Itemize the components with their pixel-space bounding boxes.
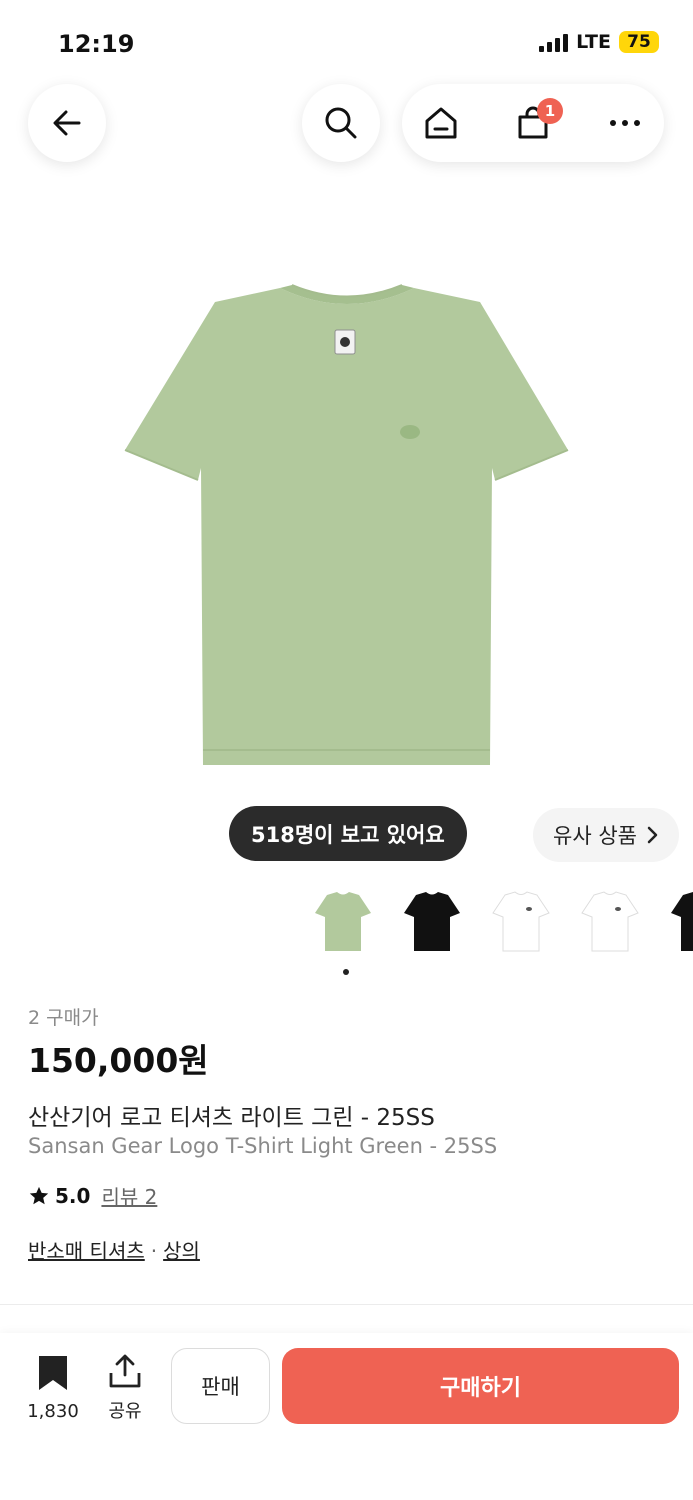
home-icon xyxy=(425,107,457,139)
review-link[interactable]: 리뷰 2 xyxy=(101,1181,157,1210)
cart-button[interactable]: 1 xyxy=(494,84,572,162)
category-link-primary[interactable]: 반소매 티셔츠 xyxy=(28,1239,145,1263)
tshirt-thumbnail xyxy=(492,891,550,952)
category-breadcrumb: 반소매 티셔츠 · 상의 xyxy=(28,1235,200,1264)
share-icon xyxy=(109,1354,141,1388)
buyers-label: 구매가 xyxy=(46,1007,99,1029)
buy-button[interactable]: 구매하기 xyxy=(282,1348,679,1424)
thumbnail-item[interactable] xyxy=(488,886,554,958)
category-separator: · xyxy=(150,1239,158,1263)
share-button[interactable]: 공유 xyxy=(100,1353,150,1423)
chevron-right-icon xyxy=(647,826,658,844)
product-image[interactable] xyxy=(120,280,575,770)
share-label: 공유 xyxy=(108,1401,142,1422)
similar-products-label: 유사 상품 xyxy=(553,824,637,848)
bookmark-count: 1,830 xyxy=(27,1401,79,1422)
similar-products-button[interactable]: 유사 상품 xyxy=(533,808,679,862)
home-button[interactable] xyxy=(402,84,480,162)
search-icon xyxy=(325,107,357,139)
sell-button[interactable]: 판매 xyxy=(171,1348,270,1424)
tshirt-thumbnail xyxy=(404,892,460,951)
signal-icon xyxy=(539,32,569,52)
product-name-korean: 산산기어 로고 티셔츠 라이트 그린 - 25SS xyxy=(28,1105,435,1131)
cart-count-badge: 1 xyxy=(537,98,563,124)
tshirt-thumbnail xyxy=(581,891,639,952)
network-type: LTE xyxy=(576,31,611,53)
product-price: 150,000원 xyxy=(28,1041,209,1080)
buyers-count: 2 구매가 xyxy=(28,1003,99,1030)
arrow-left-icon xyxy=(53,110,81,136)
rating-score: 5.0 xyxy=(55,1183,91,1208)
tshirt-thumbnail xyxy=(315,892,371,951)
search-button[interactable] xyxy=(302,84,380,162)
product-name-english: Sansan Gear Logo T-Shirt Light Green - 2… xyxy=(28,1134,498,1158)
status-time: 12:19 xyxy=(58,30,135,58)
header-nav-group: 1 xyxy=(402,84,664,162)
thumbnail-item[interactable] xyxy=(577,886,643,958)
battery-level: 75 xyxy=(619,31,659,53)
bookmark-icon xyxy=(39,1356,67,1390)
bookmark-button[interactable]: 1,830 xyxy=(22,1355,84,1422)
section-divider xyxy=(0,1304,693,1305)
more-horizontal-icon xyxy=(610,120,640,126)
star-icon xyxy=(29,1186,49,1204)
thumbnail-item[interactable] xyxy=(399,886,465,958)
back-button[interactable] xyxy=(28,84,106,162)
viewers-count-pill: 518명이 보고 있어요 xyxy=(229,806,467,861)
more-button[interactable] xyxy=(586,84,664,162)
status-indicators: LTE 75 xyxy=(539,31,659,53)
product-detail-page: 12:19 LTE 75 1 518명이 보고 있어요 유사 상품 2 구매가 … xyxy=(0,0,693,1500)
buyers-number: 2 xyxy=(28,1007,41,1029)
gallery-page-indicator xyxy=(343,969,349,975)
bottom-action-bar: 1,830 공유 판매 구매하기 xyxy=(0,1333,693,1500)
thumbnail-item[interactable] xyxy=(666,886,693,958)
thumbnail-item[interactable] xyxy=(310,886,376,958)
tshirt-thumbnail xyxy=(671,892,693,951)
rating-row: 5.0 리뷰 2 xyxy=(28,1181,157,1210)
category-link-secondary[interactable]: 상의 xyxy=(163,1239,200,1263)
thumbnail-strip xyxy=(310,886,693,958)
